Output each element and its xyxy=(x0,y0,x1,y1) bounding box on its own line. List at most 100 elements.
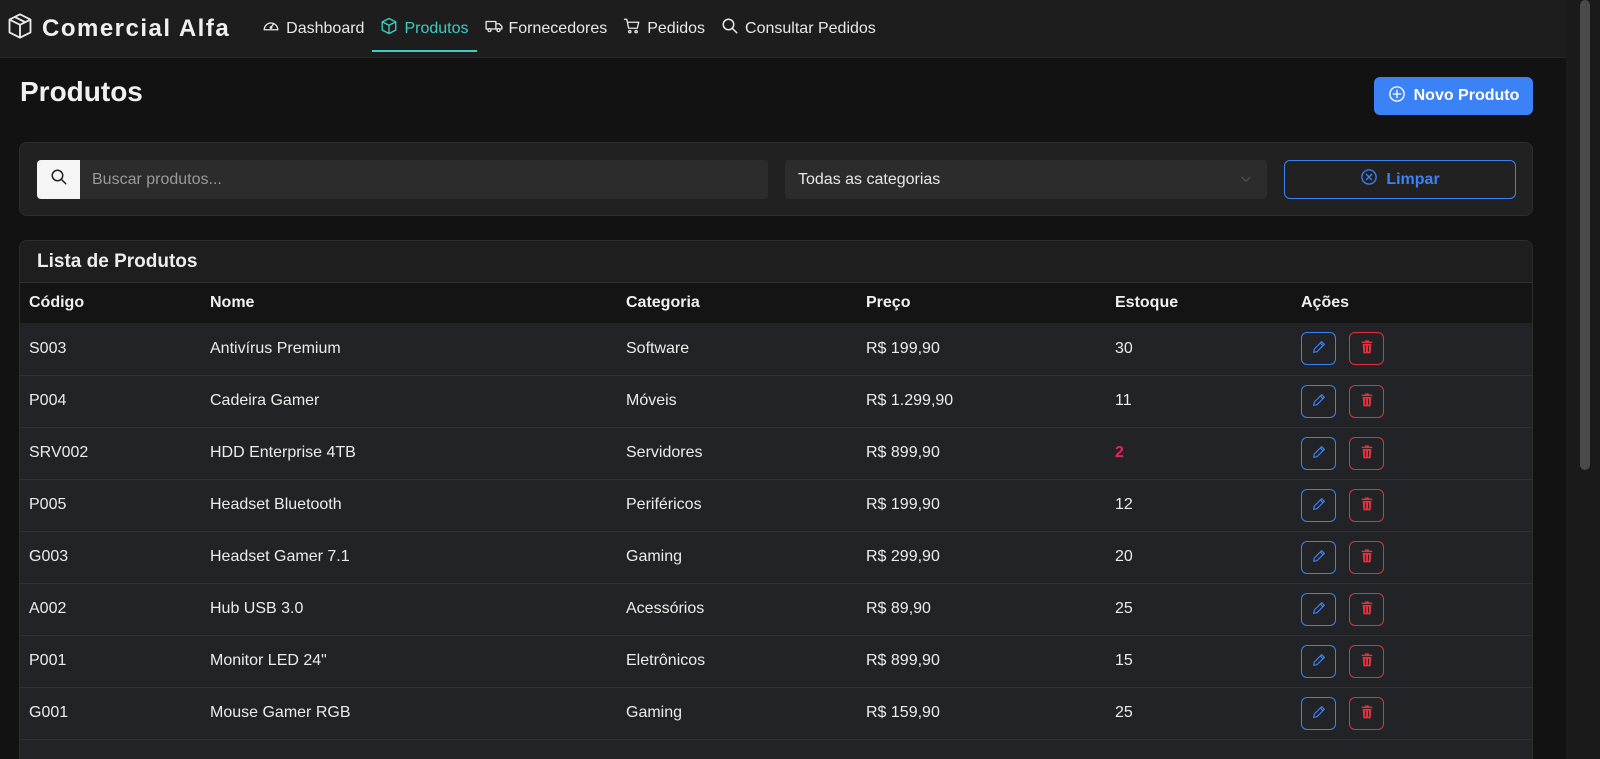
cell-category: Eletrônicos xyxy=(617,635,857,688)
delete-button[interactable] xyxy=(1349,644,1384,678)
edit-button[interactable] xyxy=(1301,488,1336,522)
table-row[interactable]: G001 Mouse Gamer RGB Gaming R$ 159,90 25 xyxy=(20,687,1532,740)
cell-category: Servidores xyxy=(617,427,857,480)
cell-category: Móveis xyxy=(617,375,857,428)
cell-price: R$ 199,90 xyxy=(857,323,1106,376)
top-navbar: Comercial Alfa Dashboard Produtos Fornec… xyxy=(0,0,1566,58)
cell-actions xyxy=(1292,583,1532,636)
speedometer-icon xyxy=(262,17,286,40)
edit-button[interactable] xyxy=(1301,696,1336,730)
pencil-icon xyxy=(1311,600,1327,619)
pencil-icon xyxy=(1311,339,1327,358)
products-table: Código Nome Categoria Preço Estoque Açõe… xyxy=(20,283,1532,740)
cell-name: Headset Bluetooth xyxy=(201,479,617,532)
cell-price: R$ 1.299,90 xyxy=(857,375,1106,428)
column-header-categoria[interactable]: Categoria xyxy=(617,283,857,323)
cell-price: R$ 299,90 xyxy=(857,531,1106,584)
cell-name: Antivírus Premium xyxy=(201,323,617,376)
cart-icon xyxy=(623,17,647,40)
delete-button[interactable] xyxy=(1349,384,1384,418)
cell-code: A002 xyxy=(20,583,201,636)
clear-button[interactable]: Limpar xyxy=(1284,160,1516,199)
cell-category: Software xyxy=(617,323,857,376)
column-header-acoes: Ações xyxy=(1292,283,1532,323)
edit-button[interactable] xyxy=(1301,540,1336,574)
trash-icon xyxy=(1359,548,1375,567)
cell-code: SRV002 xyxy=(20,427,201,480)
search-button[interactable] xyxy=(37,160,80,199)
cell-category: Gaming xyxy=(617,531,857,584)
edit-button[interactable] xyxy=(1301,384,1336,418)
nav-item-produtos[interactable]: Produtos xyxy=(372,9,477,52)
table-row[interactable]: SRV002 HDD Enterprise 4TB Servidores R$ … xyxy=(20,427,1532,480)
cell-price: R$ 899,90 xyxy=(857,427,1106,480)
category-selected-value: Todas as categorias xyxy=(798,170,941,188)
cell-stock: 25 xyxy=(1106,583,1292,636)
cell-code: P001 xyxy=(20,635,201,688)
trash-icon xyxy=(1359,652,1375,671)
cell-category: Periféricos xyxy=(617,479,857,532)
pencil-icon xyxy=(1311,444,1327,463)
table-card-title: Lista de Produtos xyxy=(20,241,1532,283)
cell-actions xyxy=(1292,635,1532,688)
nav-item-consultar-pedidos[interactable]: Consultar Pedidos xyxy=(713,9,884,49)
trash-icon xyxy=(1359,704,1375,723)
nav-label: Pedidos xyxy=(647,19,706,37)
close-circle-icon xyxy=(1360,168,1386,191)
delete-button[interactable] xyxy=(1349,436,1384,470)
table-row[interactable]: P005 Headset Bluetooth Periféricos R$ 19… xyxy=(20,479,1532,532)
column-header-preco[interactable]: Preço xyxy=(857,283,1106,323)
table-row[interactable]: S003 Antivírus Premium Software R$ 199,9… xyxy=(20,323,1532,376)
scrollbar[interactable] xyxy=(1566,0,1600,759)
delete-button[interactable] xyxy=(1349,592,1384,626)
cell-stock: 11 xyxy=(1106,375,1292,428)
search-input[interactable] xyxy=(80,160,768,199)
column-header-codigo[interactable]: Código xyxy=(20,283,201,323)
cell-actions xyxy=(1292,531,1532,584)
table-row[interactable]: G003 Headset Gamer 7.1 Gaming R$ 299,90 … xyxy=(20,531,1532,584)
new-product-label: Novo Produto xyxy=(1413,87,1520,104)
nav-label: Produtos xyxy=(404,19,469,37)
table-row[interactable]: P004 Cadeira Gamer Móveis R$ 1.299,90 11 xyxy=(20,375,1532,428)
scrollbar-thumb[interactable] xyxy=(1580,0,1590,470)
nav-label: Fornecedores xyxy=(508,19,608,37)
edit-button[interactable] xyxy=(1301,592,1336,626)
brand[interactable]: Comercial Alfa xyxy=(6,12,230,45)
nav-item-dashboard[interactable]: Dashboard xyxy=(254,9,372,49)
edit-button[interactable] xyxy=(1301,436,1336,470)
brand-name: Comercial Alfa xyxy=(42,14,231,42)
cell-price: R$ 899,90 xyxy=(857,635,1106,688)
column-header-estoque[interactable]: Estoque xyxy=(1106,283,1292,323)
cell-stock: 12 xyxy=(1106,479,1292,532)
edit-button[interactable] xyxy=(1301,332,1336,366)
delete-button[interactable] xyxy=(1349,540,1384,574)
cell-name: Monitor LED 24" xyxy=(201,635,617,688)
truck-icon xyxy=(484,17,509,40)
plus-circle-icon xyxy=(1388,85,1414,108)
table-row[interactable]: A002 Hub USB 3.0 Acessórios R$ 89,90 25 xyxy=(20,583,1532,636)
cell-name: HDD Enterprise 4TB xyxy=(201,427,617,480)
cell-actions xyxy=(1292,427,1532,480)
delete-button[interactable] xyxy=(1349,488,1384,522)
search-icon xyxy=(721,17,745,40)
nav-label: Dashboard xyxy=(286,19,365,37)
delete-button[interactable] xyxy=(1349,696,1384,730)
cell-code: P004 xyxy=(20,375,201,428)
trash-icon xyxy=(1359,339,1375,358)
pencil-icon xyxy=(1311,496,1327,515)
column-header-nome[interactable]: Nome xyxy=(201,283,617,323)
cell-actions xyxy=(1292,479,1532,532)
cell-stock: 25 xyxy=(1106,687,1292,740)
trash-icon xyxy=(1359,444,1375,463)
table-header-row: Código Nome Categoria Preço Estoque Açõe… xyxy=(20,283,1532,323)
edit-button[interactable] xyxy=(1301,644,1336,678)
products-table-card: Lista de Produtos Código Nome Categoria … xyxy=(19,240,1533,759)
filter-card: Todas as categorias Limpar xyxy=(19,142,1533,216)
new-product-button[interactable]: Novo Produto xyxy=(1374,77,1533,115)
delete-button[interactable] xyxy=(1349,332,1384,366)
table-row[interactable]: P001 Monitor LED 24" Eletrônicos R$ 899,… xyxy=(20,635,1532,688)
nav-item-fornecedores[interactable]: Fornecedores xyxy=(477,9,616,49)
category-select[interactable]: Todas as categorias xyxy=(785,160,1267,199)
nav-item-pedidos[interactable]: Pedidos xyxy=(615,9,713,49)
cell-code: G003 xyxy=(20,531,201,584)
